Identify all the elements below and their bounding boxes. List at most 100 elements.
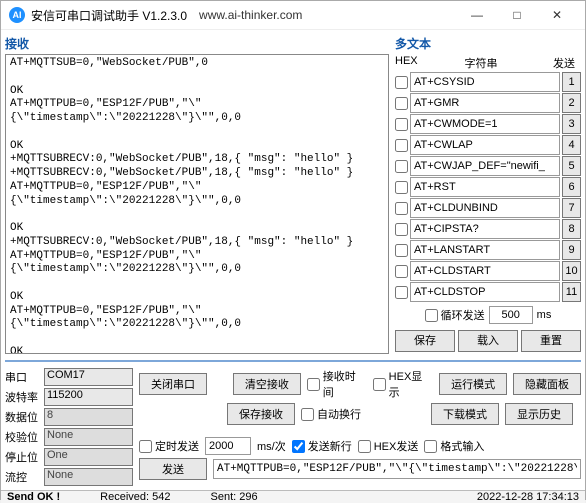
stopbits-select[interactable]: One bbox=[44, 448, 133, 466]
flow-select[interactable]: None bbox=[44, 468, 133, 486]
multi-row: 5 bbox=[395, 156, 581, 176]
multi-row: 1 bbox=[395, 72, 581, 92]
recv-time-checkbox[interactable] bbox=[307, 378, 320, 391]
download-mode-button[interactable]: 下载模式 bbox=[431, 403, 499, 425]
format-input-checkbox[interactable] bbox=[424, 440, 437, 453]
parity-select[interactable]: None bbox=[44, 428, 133, 446]
multi-send-button[interactable]: 9 bbox=[562, 240, 581, 260]
multi-send-button[interactable]: 3 bbox=[562, 114, 581, 134]
multi-row: 8 bbox=[395, 219, 581, 239]
timed-unit: ms/次 bbox=[257, 438, 286, 454]
close-button[interactable]: ✕ bbox=[537, 1, 577, 29]
send-newline-checkbox[interactable] bbox=[292, 440, 305, 453]
baud-label: 波特率 bbox=[5, 389, 41, 405]
status-send-ok: Send OK ! bbox=[7, 491, 60, 503]
multi-hex-checkbox[interactable] bbox=[395, 76, 408, 89]
multi-row: 11 bbox=[395, 282, 581, 302]
multi-send-button[interactable]: 11 bbox=[562, 282, 581, 302]
databits-label: 数据位 bbox=[5, 409, 41, 425]
multi-row: 6 bbox=[395, 177, 581, 197]
multi-row: 9 bbox=[395, 240, 581, 260]
multi-hex-checkbox[interactable] bbox=[395, 265, 408, 278]
multi-cmd-input[interactable] bbox=[410, 114, 560, 134]
multi-send-button[interactable]: 1 bbox=[562, 72, 581, 92]
port-select[interactable]: COM17 bbox=[44, 368, 133, 386]
loop-interval-input[interactable] bbox=[489, 306, 533, 324]
multi-send-button[interactable]: 4 bbox=[562, 135, 581, 155]
maximize-button[interactable]: □ bbox=[497, 1, 537, 29]
loop-send-label: 循环发送 bbox=[441, 307, 485, 323]
site-url: www.ai-thinker.com bbox=[199, 8, 302, 22]
parity-label: 校验位 bbox=[5, 429, 41, 445]
loop-unit: ms bbox=[537, 309, 552, 321]
multi-send-button[interactable]: 5 bbox=[562, 156, 581, 176]
multi-hex-checkbox[interactable] bbox=[395, 244, 408, 257]
hide-panel-button[interactable]: 隐藏面板 bbox=[513, 373, 581, 395]
multi-cmd-input[interactable] bbox=[410, 135, 560, 155]
loop-send-checkbox[interactable] bbox=[425, 309, 438, 322]
port-label: 串口 bbox=[5, 369, 41, 385]
app-window: AI 安信可串口调试助手 V1.2.3.0 www.ai-thinker.com… bbox=[0, 0, 586, 500]
multi-save-button[interactable]: 保存 bbox=[395, 330, 455, 352]
hex-send-checkbox[interactable] bbox=[358, 440, 371, 453]
multi-header: HEX 字符串 发送 bbox=[395, 54, 581, 72]
databits-select[interactable]: 8 bbox=[44, 408, 133, 426]
hex-display-checkbox[interactable] bbox=[373, 378, 386, 391]
multi-cmd-input[interactable] bbox=[410, 219, 560, 239]
multi-hex-checkbox[interactable] bbox=[395, 118, 408, 131]
multi-cmd-input[interactable] bbox=[410, 261, 560, 281]
multi-load-button[interactable]: 载入 bbox=[458, 330, 518, 352]
status-bar: Send OK ! Received: 542 Sent: 296 2022-1… bbox=[1, 490, 585, 503]
multi-row: 7 bbox=[395, 198, 581, 218]
baud-select[interactable]: 115200 bbox=[44, 388, 133, 406]
multi-row: 3 bbox=[395, 114, 581, 134]
window-title: 安信可串口调试助手 V1.2.3.0 bbox=[31, 7, 187, 24]
multi-row: 2 bbox=[395, 93, 581, 113]
multi-hex-checkbox[interactable] bbox=[395, 181, 408, 194]
multi-hex-checkbox[interactable] bbox=[395, 160, 408, 173]
close-port-button[interactable]: 关闭串口 bbox=[139, 373, 207, 395]
multi-cmd-input[interactable] bbox=[410, 177, 560, 197]
run-mode-button[interactable]: 运行模式 bbox=[439, 373, 507, 395]
stopbits-label: 停止位 bbox=[5, 449, 41, 465]
status-time: 2022-12-28 17:34:13 bbox=[477, 491, 579, 503]
titlebar: AI 安信可串口调试助手 V1.2.3.0 www.ai-thinker.com… bbox=[1, 1, 585, 30]
show-history-button[interactable]: 显示历史 bbox=[505, 403, 573, 425]
multi-cmd-input[interactable] bbox=[410, 282, 560, 302]
multi-hex-checkbox[interactable] bbox=[395, 202, 408, 215]
multi-send-button[interactable]: 10 bbox=[562, 261, 581, 281]
col-string: 字符串 bbox=[415, 55, 547, 71]
app-icon: AI bbox=[9, 7, 25, 23]
multi-label: 多文本 bbox=[395, 34, 581, 54]
multi-cmd-input[interactable] bbox=[410, 93, 560, 113]
clear-recv-button[interactable]: 清空接收 bbox=[233, 373, 301, 395]
multi-send-button[interactable]: 8 bbox=[562, 219, 581, 239]
multi-hex-checkbox[interactable] bbox=[395, 286, 408, 299]
flow-label: 流控 bbox=[5, 469, 41, 485]
col-hex: HEX bbox=[395, 55, 415, 71]
save-recv-button[interactable]: 保存接收 bbox=[227, 403, 295, 425]
multi-cmd-input[interactable] bbox=[410, 72, 560, 92]
multi-reset-button[interactable]: 重置 bbox=[521, 330, 581, 352]
recv-textarea[interactable]: AT+MQTTSUB=0,"WebSocket/PUB",0 OK AT+MQT… bbox=[5, 54, 389, 354]
multi-cmd-input[interactable] bbox=[410, 198, 560, 218]
col-send: 发送 bbox=[547, 55, 581, 71]
status-received: Received: 542 bbox=[100, 491, 170, 503]
multi-cmd-input[interactable] bbox=[410, 156, 560, 176]
multi-send-button[interactable]: 6 bbox=[562, 177, 581, 197]
auto-wrap-checkbox[interactable] bbox=[301, 408, 314, 421]
send-text-input[interactable] bbox=[213, 459, 581, 479]
multi-row: 10 bbox=[395, 261, 581, 281]
multi-hex-checkbox[interactable] bbox=[395, 97, 408, 110]
recv-label: 接收 bbox=[5, 34, 389, 54]
multi-send-button[interactable]: 7 bbox=[562, 198, 581, 218]
multi-hex-checkbox[interactable] bbox=[395, 223, 408, 236]
multi-send-button[interactable]: 2 bbox=[562, 93, 581, 113]
send-button[interactable]: 发送 bbox=[139, 458, 207, 480]
timed-send-checkbox[interactable] bbox=[139, 440, 152, 453]
multi-row: 4 bbox=[395, 135, 581, 155]
multi-hex-checkbox[interactable] bbox=[395, 139, 408, 152]
multi-cmd-input[interactable] bbox=[410, 240, 560, 260]
timed-interval-input[interactable] bbox=[205, 437, 251, 455]
minimize-button[interactable]: — bbox=[457, 1, 497, 29]
